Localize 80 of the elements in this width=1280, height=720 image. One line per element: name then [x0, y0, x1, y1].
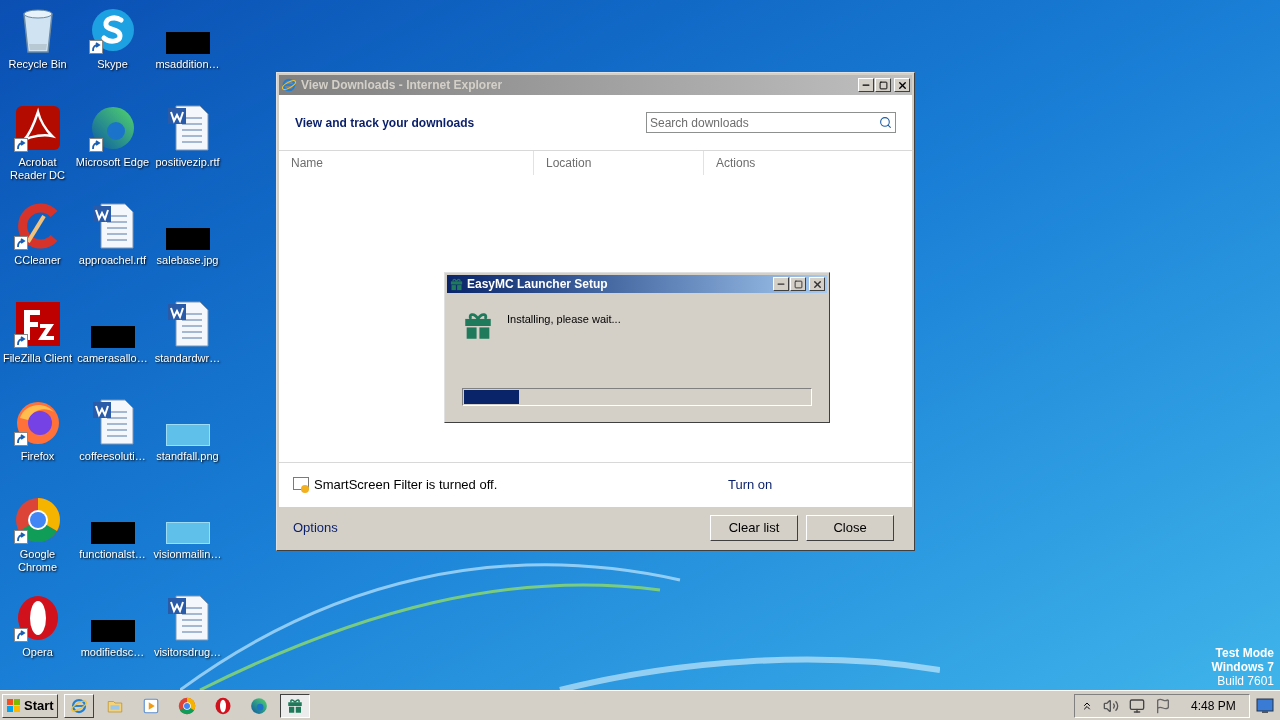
window-title: View Downloads - Internet Explorer — [301, 77, 504, 94]
desktop-icon-label: approachel.rtf — [78, 254, 147, 267]
opera-icon — [213, 696, 232, 715]
maximize-icon — [793, 279, 803, 289]
options-link[interactable]: Options — [293, 517, 710, 538]
minimize-button[interactable] — [858, 78, 874, 92]
redacted-thumbnail — [90, 620, 135, 642]
test-mode-text: Windows 7 — [1211, 660, 1274, 674]
minimize-button[interactable] — [773, 277, 789, 291]
show-desktop-icon[interactable] — [1256, 697, 1274, 714]
network-icon[interactable] — [1129, 697, 1145, 714]
redacted-thumbnail — [90, 326, 135, 348]
media-player-icon — [141, 696, 160, 715]
desktop-icon-label: modifiedsc… — [80, 646, 145, 659]
install-status: Installing, please wait... — [507, 312, 621, 327]
desktop-icon[interactable] — [13, 104, 62, 152]
maximize-button[interactable] — [790, 277, 806, 291]
test-mode-text: Test Mode — [1215, 646, 1274, 660]
desktop-icon-label: salebase.jpg — [156, 254, 219, 267]
column-header[interactable]: Name — [279, 151, 533, 175]
close-button[interactable] — [809, 277, 825, 291]
search-field[interactable]: Search downloads — [646, 112, 896, 133]
test-mode-text: Build 7601 — [1217, 674, 1274, 688]
desktop-icon-label: Acrobat Reader DC — [9, 156, 66, 182]
redacted-thumbnail — [90, 522, 135, 544]
internet-explorer-icon — [69, 696, 88, 715]
maximize-icon — [878, 80, 888, 90]
search-icon — [879, 116, 892, 129]
clock[interactable]: 4:48 PM — [1191, 696, 1243, 715]
desktop-icon-label: Firefox — [20, 450, 55, 463]
windows-logo-icon — [6, 697, 22, 714]
maximize-button[interactable] — [875, 78, 891, 92]
chrome-icon — [13, 496, 62, 544]
close-icon — [811, 278, 823, 290]
chrome-icon — [177, 696, 196, 715]
desktop-icon-label: visitorsdrug… — [153, 646, 222, 659]
desktop-icon-label: Google Chrome — [16, 548, 59, 574]
desktop-icon-label: Recycle Bin — [8, 58, 67, 71]
desktop-icon[interactable] — [88, 104, 137, 152]
blank-thumbnail — [165, 424, 210, 446]
desktop-icon-label: CCleaner — [14, 254, 61, 267]
desktop-icon[interactable] — [13, 300, 62, 348]
desktop-icon-label: msaddition… — [155, 58, 220, 71]
taskbar-button[interactable] — [279, 693, 310, 718]
turn-on-link[interactable]: Turn on — [728, 475, 773, 495]
dialog-title: EasyMC Launcher Setup — [467, 276, 609, 293]
column-header[interactable]: Actions — [703, 151, 912, 175]
redacted-thumbnail — [165, 228, 210, 250]
desktop-icon[interactable] — [88, 6, 137, 54]
desktop-icon[interactable] — [13, 496, 62, 544]
close-button[interactable] — [894, 78, 910, 92]
desktop-icon-label: FileZilla Client — [2, 352, 73, 365]
dialog-button[interactable]: Close — [806, 514, 894, 541]
desktop-icon-label: positivezip.rtf — [155, 156, 220, 169]
flag-icon[interactable] — [1155, 697, 1171, 714]
close-icon — [896, 79, 908, 91]
desktop-icon-label: Opera — [22, 646, 53, 659]
desktop-icon-label: camerasallo… — [77, 352, 148, 365]
desktop-icon-label: standardwr… — [154, 352, 221, 365]
page-heading: View and track your downloads — [295, 114, 475, 132]
gift-icon — [285, 696, 304, 715]
volume-icon[interactable] — [1103, 697, 1119, 714]
desktop-icon-label: Skype — [97, 58, 128, 71]
edge-icon — [249, 696, 268, 715]
acrobat-icon — [13, 104, 62, 152]
shield-warning-icon — [293, 477, 311, 493]
column-header[interactable]: Location — [533, 151, 703, 175]
desktop-icon-label: Microsoft Edge — [75, 156, 150, 169]
gift-icon — [449, 276, 464, 292]
smartscreen-message: SmartScreen Filter is turned off. — [314, 476, 499, 495]
redacted-thumbnail — [165, 32, 210, 54]
desktop-icon-label: functionalst… — [79, 548, 146, 561]
blank-thumbnail — [165, 522, 210, 544]
start-button[interactable]: Start — [2, 693, 58, 718]
internet-explorer-icon — [281, 77, 297, 93]
dialog-button[interactable]: Clear list — [710, 514, 798, 541]
filezilla-icon — [13, 300, 62, 348]
desktop-icon-label: visionmailin… — [153, 548, 222, 561]
desktop-icon-label: coffeesoluti… — [79, 450, 146, 463]
desktop-icon-label: standfall.png — [156, 450, 219, 463]
